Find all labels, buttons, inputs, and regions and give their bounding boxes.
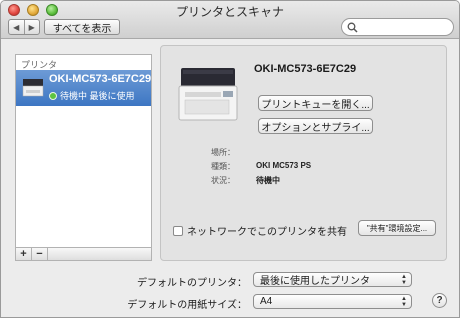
titlebar: プリンタとスキャナ ◀ ▶ すべてを表示 (1, 1, 459, 39)
status-label: 状況： (211, 176, 235, 185)
search-icon (347, 22, 358, 33)
printer-image-icon (178, 68, 238, 121)
printer-list-item-status: 待機中 最後に使用 (49, 89, 135, 102)
status-value: 待機中 (256, 176, 280, 185)
printer-detail-panel: OKI-MC573-6E7C29 プリントキューを開く... オプションとサプラ… (160, 45, 447, 261)
default-paper-size-popup[interactable]: A4 ▲ ▼ (253, 294, 412, 309)
help-button[interactable]: ? (432, 293, 447, 308)
forward-button[interactable]: ▶ (25, 20, 40, 34)
printer-list-item-name: OKI-MC573-6E7C29 (49, 73, 152, 85)
popup-arrows-icon: ▲ ▼ (401, 274, 407, 286)
back-forward-control: ◀ ▶ (8, 19, 40, 35)
search-field[interactable] (341, 18, 454, 36)
status-indicator-icon (49, 91, 57, 100)
open-print-queue-button[interactable]: プリントキューを開く... (258, 95, 373, 111)
options-supplies-button[interactable]: オプションとサプライ... (258, 118, 373, 134)
show-all-button[interactable]: すべてを表示 (44, 19, 120, 35)
share-printer-checkbox[interactable] (173, 225, 183, 236)
share-printer-row: ネットワークでこのプリンタを共有 (173, 223, 347, 238)
printer-name: OKI-MC573-6E7C29 (254, 63, 357, 75)
back-button[interactable]: ◀ (9, 20, 25, 34)
printer-list-item-status-text: 待機中 最後に使用 (60, 91, 135, 101)
kind-label: 種類： (211, 162, 235, 171)
popup-arrows-icon: ▲ ▼ (401, 296, 407, 308)
share-printer-label[interactable]: ネットワークでこのプリンタを共有 (187, 223, 347, 238)
sharing-preferences-button[interactable]: "共有"環境設定... (358, 220, 436, 236)
default-paper-size-value: A4 (260, 296, 273, 307)
default-paper-size-label: デフォルトの用紙サイズ： (127, 300, 247, 311)
default-printer-label: デフォルトのプリンタ： (137, 278, 247, 289)
printer-thumbnail-icon (22, 79, 44, 97)
location-label: 場所： (211, 148, 235, 157)
default-printer-value: 最後に使用したプリンタ (260, 276, 370, 287)
printer-list-item[interactable]: OKI-MC573-6E7C29 待機中 最後に使用 (16, 70, 151, 106)
kind-value: OKI MC573 PS (256, 161, 312, 170)
default-printer-popup[interactable]: 最後に使用したプリンタ ▲ ▼ (253, 272, 412, 287)
add-printer-button[interactable]: + (16, 248, 32, 260)
printers-scanners-window: プリンタとスキャナ ◀ ▶ すべてを表示 プリンタ OKI-MC573-6E7C… (0, 0, 460, 318)
printer-list: プリンタ OKI-MC573-6E7C29 待機中 最後に使用 (15, 54, 152, 261)
remove-printer-button[interactable]: − (32, 248, 48, 260)
printer-list-footer: + − (15, 247, 152, 261)
